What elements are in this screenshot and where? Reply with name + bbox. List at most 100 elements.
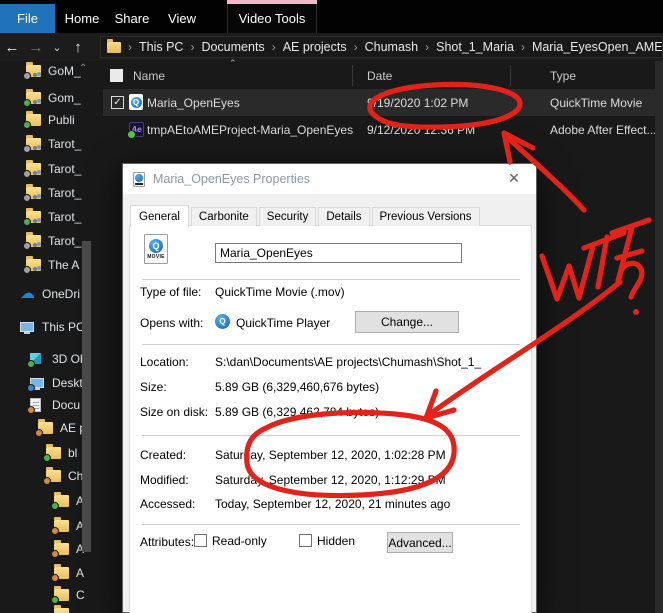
general-tab-page: Q MOVIE Type of file: QuickTime Movie (.… [129, 225, 532, 613]
sidebar-item-tarot2[interactable]: Tarot_ [0, 159, 96, 178]
folder-icon [35, 418, 54, 437]
breadcrumb-separator-icon: › [520, 40, 525, 54]
column-divider[interactable] [352, 65, 353, 86]
row-checkbox-checked[interactable]: ✓ [111, 96, 124, 109]
desktop-monitor-icon [27, 376, 46, 392]
folder-icon [23, 110, 42, 129]
file-type: QuickTime Movie [550, 96, 643, 110]
column-header-row: Name ⌃ Date Type [103, 58, 655, 89]
breadcrumb-separator-icon: › [271, 40, 276, 54]
folder-icon [54, 604, 70, 613]
documents-icon [27, 397, 46, 414]
column-header-date[interactable]: Date [367, 69, 392, 83]
breadcrumb-ae-projects[interactable]: AE projects [283, 40, 347, 54]
file-list-scrollbar[interactable] [655, 61, 663, 613]
size-on-disk-value: 5.89 GB (6,329,462,784 bytes) [215, 405, 380, 419]
breadcrumb-chumash[interactable]: Chumash [365, 40, 419, 54]
history-dropdown-icon[interactable]: ⌄ [48, 41, 66, 54]
type-of-file-label: Type of file: [140, 285, 202, 299]
after-effects-file-icon: Ae [127, 122, 144, 139]
tab-security[interactable]: Security [258, 207, 317, 226]
advanced-button[interactable]: Advanced... [387, 532, 453, 553]
file-name: Maria_OpenEyes [147, 96, 240, 110]
dialog-tab-strip: General Carbonite Security Details Previ… [130, 205, 482, 227]
file-row-tmp-ae-project[interactable]: Ae tmpAEtoAMEProject-Maria_OpenEyes 9/12… [103, 116, 663, 143]
scroll-up-icon[interactable]: ⌃ [79, 63, 87, 74]
size-value: 5.89 GB (6,329,460,676 bytes) [215, 380, 380, 394]
column-header-type[interactable]: Type [550, 69, 576, 83]
3d-objects-cube-icon [27, 352, 46, 368]
folder-icon [51, 563, 70, 582]
breadcrumb-separator-icon: › [190, 40, 195, 54]
accessed-label: Accessed: [140, 497, 196, 511]
accessed-value: Today, September 12, 2020, 21 minutes ag… [215, 497, 451, 511]
tab-general[interactable]: General [130, 205, 189, 227]
sidebar-item-partial[interactable] [0, 604, 96, 613]
type-of-file-value: QuickTime Movie (.mov) [215, 285, 345, 299]
dialog-title: Maria_OpenEyes Properties [153, 172, 311, 186]
tab-video-tools[interactable]: Video Tools [227, 4, 317, 33]
tab-previous-versions[interactable]: Previous Versions [371, 207, 480, 226]
breadcrumb-shot-1-maria[interactable]: Shot_1_Maria [436, 40, 514, 54]
tab-view[interactable]: View [158, 4, 206, 33]
properties-dialog: Maria_OpenEyes Properties ✕ General Carb… [122, 163, 537, 613]
column-divider[interactable] [510, 65, 511, 86]
breadcrumb-this-pc[interactable]: This PC [139, 40, 183, 54]
sidebar-item-public[interactable]: Publi [0, 110, 96, 129]
breadcrumb-separator-icon: › [128, 40, 132, 54]
shared-folder-icon [23, 134, 42, 153]
file-type: Adobe After Effect... [550, 123, 657, 137]
quicktime-player-icon: Q [215, 314, 230, 329]
divider [142, 435, 520, 436]
sidebar-item-a4[interactable]: A [0, 563, 96, 582]
sidebar-item-tarot4[interactable]: Tarot_ [0, 207, 96, 226]
folder-icon [51, 516, 70, 535]
read-only-label: Read-only [212, 534, 267, 548]
up-icon[interactable]: ↑ [66, 39, 90, 56]
location-value: S:\dan\Documents\AE projects\Chumash\Sho… [215, 355, 482, 369]
filename-input[interactable] [215, 243, 462, 263]
folder-icon [43, 443, 62, 462]
tab-carbonite[interactable]: Carbonite [190, 207, 257, 226]
address-bar[interactable]: › This PC › Documents › AE projects › Ch… [100, 36, 663, 58]
breadcrumb-documents[interactable]: Documents [201, 40, 264, 54]
select-all-checkbox[interactable] [110, 69, 123, 82]
sidebar-scrollbar-thumb[interactable] [82, 241, 91, 552]
shared-folder-icon [23, 61, 42, 80]
close-icon[interactable]: ✕ [504, 170, 524, 187]
folder-icon [51, 491, 70, 510]
location-label: Location: [140, 355, 189, 369]
tab-share[interactable]: Share [106, 4, 158, 33]
tab-home[interactable]: Home [58, 4, 106, 33]
sidebar-item-tarot3[interactable]: Tarot_ [0, 183, 96, 202]
file-date: 9/19/2020 1:02 PM [367, 96, 469, 110]
file-row-maria-openeyes[interactable]: ✓ Q Maria_OpenEyes 9/19/2020 1:02 PM Qui… [103, 89, 663, 116]
back-icon[interactable]: ← [0, 39, 24, 56]
quicktime-file-icon [133, 171, 145, 187]
created-label: Created: [140, 448, 187, 462]
hidden-checkbox[interactable] [299, 534, 312, 547]
sidebar-item-gom2[interactable]: Gom_ [0, 88, 96, 107]
size-label: Size: [140, 380, 167, 394]
hidden-label: Hidden [317, 534, 356, 548]
forward-icon[interactable]: → [24, 39, 48, 56]
read-only-checkbox[interactable] [194, 534, 207, 547]
breadcrumb-maria-eyesopen-ame[interactable]: Maria_EyesOpen_AME [532, 40, 662, 54]
opens-with-label: Opens with: [140, 316, 204, 330]
onedrive-cloud-icon: ☁ [20, 284, 35, 302]
breadcrumb-separator-icon: › [425, 40, 430, 54]
navigation-bar: ← → ⌄ ↑ › This PC › Documents › AE proje… [0, 33, 663, 61]
file-name: tmpAEtoAMEProject-Maria_OpenEyes [147, 123, 354, 137]
breadcrumb-separator-icon: › [353, 40, 358, 54]
column-header-name[interactable]: Name [133, 69, 165, 83]
quicktime-file-icon: Q [129, 94, 143, 110]
tab-file[interactable]: File [0, 4, 55, 33]
sidebar-item-tarot1[interactable]: Tarot_ [0, 134, 96, 153]
dialog-title-bar[interactable]: Maria_OpenEyes Properties ✕ [123, 164, 536, 194]
file-explorer-window: File Home Share View Video Tools ← → ⌄ ↑… [0, 0, 663, 613]
sidebar-item-c[interactable]: C [0, 585, 96, 604]
modified-value: Saturday, September 12, 2020, 1:12:29 PM [215, 473, 446, 487]
change-button[interactable]: Change... [355, 311, 459, 333]
tab-details[interactable]: Details [318, 207, 370, 226]
divider [142, 524, 520, 525]
